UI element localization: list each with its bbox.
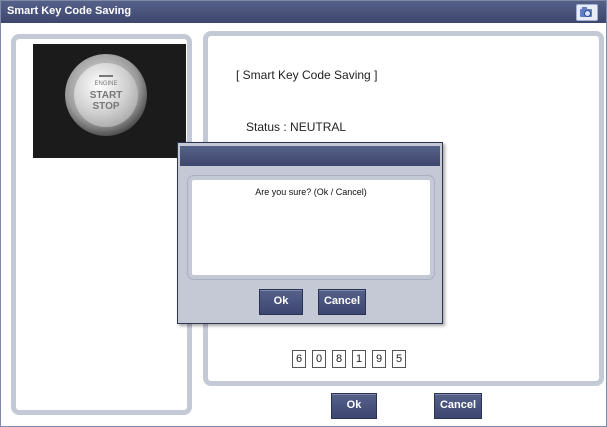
dialog-message: Are you sure? (Ok / Cancel)	[255, 187, 367, 197]
start-stop-button-face: ENGINE START STOP	[74, 63, 138, 127]
cancel-button[interactable]: Cancel	[434, 393, 482, 419]
button-ring: ENGINE START STOP	[65, 54, 147, 136]
dialog-message-box: Are you sure? (Ok / Cancel)	[188, 176, 434, 279]
code-digit[interactable]: 8	[332, 350, 346, 368]
dialog-ok-button[interactable]: Ok	[259, 289, 303, 315]
window-title: Smart Key Code Saving	[7, 5, 132, 17]
start-stop-button-photo: ENGINE START STOP	[33, 44, 186, 158]
code-digit[interactable]: 9	[372, 350, 386, 368]
camera-icon-lens	[584, 10, 591, 17]
code-digit[interactable]: 1	[352, 350, 366, 368]
button-indicator	[99, 75, 113, 77]
camera-icon[interactable]	[576, 4, 598, 21]
code-digit[interactable]: 5	[392, 350, 406, 368]
code-digit[interactable]: 6	[292, 350, 306, 368]
dialog-cancel-button[interactable]: Cancel	[318, 289, 366, 315]
stop-label: STOP	[92, 101, 120, 112]
main-window: Smart Key Code Saving ENGINE START STOP …	[0, 0, 607, 427]
image-panel: ENGINE START STOP	[11, 34, 192, 415]
ok-button[interactable]: Ok	[331, 393, 377, 419]
title-bar: Smart Key Code Saving	[1, 1, 606, 23]
panel-heading: [ Smart Key Code Saving ]	[236, 68, 378, 82]
code-digit[interactable]: 0	[312, 350, 326, 368]
engine-label: ENGINE	[94, 81, 118, 87]
start-label: START	[89, 90, 123, 101]
dialog-title-bar	[180, 146, 440, 166]
status-text: Status : NEUTRAL	[246, 120, 347, 134]
confirm-dialog: Are you sure? (Ok / Cancel) Ok Cancel	[177, 142, 443, 324]
